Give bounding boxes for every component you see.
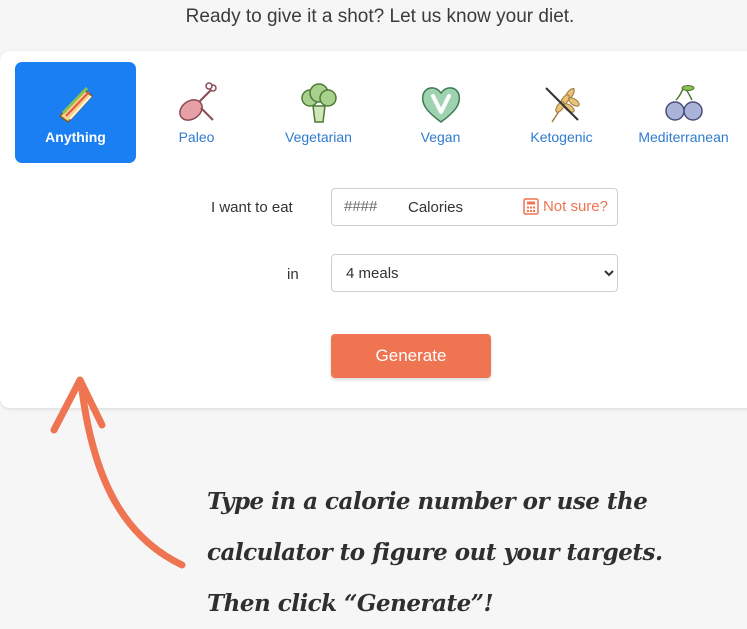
diet-form-card: Anything Paleo Vegetarian Vegan Ketogeni… (0, 51, 747, 408)
olives-icon (664, 85, 703, 121)
diet-option-ketogenic[interactable]: Ketogenic (501, 62, 622, 163)
instruction-hint: Type in a calorie number or use the calc… (207, 476, 727, 629)
calories-label: I want to eat (211, 199, 293, 216)
diet-label-mediterranean: Mediterranean (638, 129, 729, 145)
meat-drumstick-icon (178, 82, 217, 121)
calories-input[interactable] (342, 197, 396, 216)
calculator-icon (523, 198, 539, 215)
page-heading: Ready to give it a shot? Let us know you… (185, 6, 575, 27)
generate-button[interactable]: Generate (331, 334, 491, 378)
vegan-heart-icon (421, 87, 460, 123)
hand-drawn-arrow-icon (50, 376, 186, 569)
diet-label-paleo: Paleo (178, 129, 215, 145)
diet-label-ketogenic: Ketogenic (530, 129, 593, 145)
diet-option-anything[interactable]: Anything (15, 62, 136, 163)
diet-option-vegetarian[interactable]: Vegetarian (258, 62, 379, 163)
calories-field: Calories Not sure? (331, 188, 618, 226)
diet-selector: Anything Paleo Vegetarian Vegan Ketogeni… (0, 51, 747, 171)
broccoli-icon (300, 83, 337, 123)
diet-option-vegan[interactable]: Vegan (380, 62, 501, 163)
meals-select[interactable]: 4 meals (331, 254, 618, 292)
diet-label-anything: Anything (45, 129, 106, 145)
not-sure-label: Not sure? (542, 198, 608, 215)
diet-label-vegan: Vegan (420, 129, 461, 145)
diet-option-mediterranean[interactable]: Mediterranean (623, 62, 744, 163)
hint-line: calculator to figure out your targets. (207, 539, 663, 566)
calories-unit: Calories (408, 199, 464, 216)
hint-line: Then click “Generate”! (207, 590, 494, 617)
calorie-calculator-link[interactable]: Not sure? (523, 198, 608, 215)
diet-label-vegetarian: Vegetarian (285, 129, 352, 145)
diet-option-paleo[interactable]: Paleo (136, 62, 257, 163)
meals-label: in (287, 266, 299, 283)
sandwich-icon (58, 86, 93, 124)
no-wheat-icon (544, 87, 580, 123)
hint-line: Type in a calorie number or use the (207, 488, 648, 515)
